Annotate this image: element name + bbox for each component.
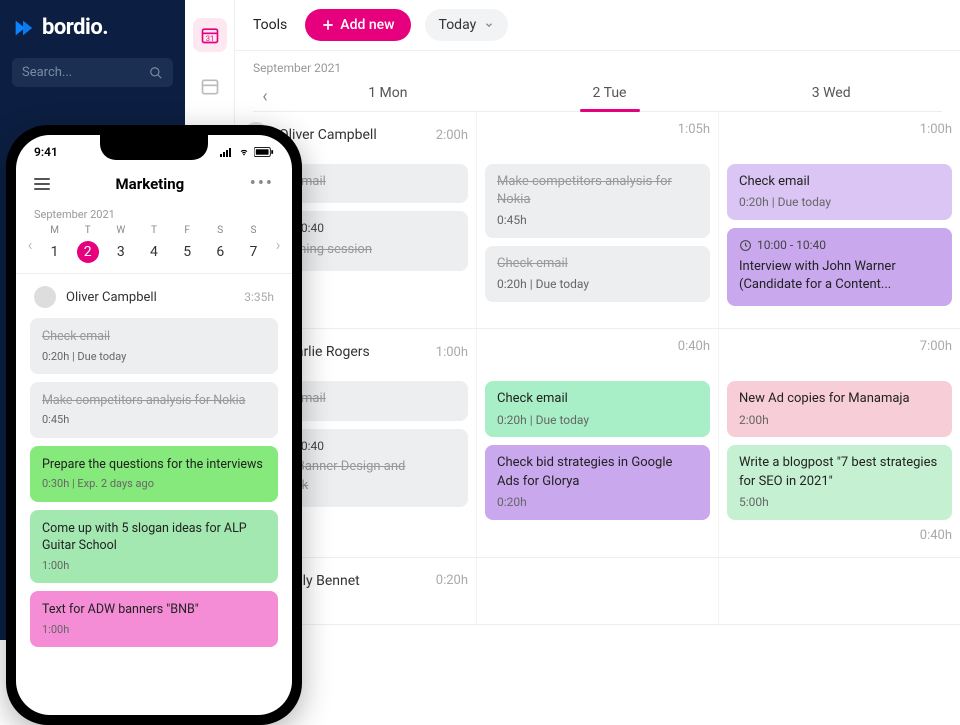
task-card[interactable]: Come up with 5 slogan ideas for ALP Guit… xyxy=(30,510,278,583)
card-title: Check email xyxy=(497,255,698,273)
phone-day[interactable]: S6 xyxy=(204,225,237,263)
phone-day[interactable]: F5 xyxy=(171,225,204,263)
hours-label: 2:00h xyxy=(436,128,468,143)
card-title: Text for ADW banners "BNB" xyxy=(42,601,266,619)
prev-week-button[interactable]: ‹ xyxy=(253,86,277,107)
phone-clock: 9:41 xyxy=(34,145,58,159)
phone-person-header: Oliver Campbell 3:35h xyxy=(16,274,292,318)
day-header-tue[interactable]: 2 Tue xyxy=(499,81,721,111)
phone-month-label: September 2021 xyxy=(16,204,292,221)
card-meta: 0:45h xyxy=(497,212,698,229)
day-header-mon[interactable]: 1 Mon xyxy=(277,81,499,111)
card-title: Make competitors analysis for Nokia xyxy=(42,392,266,410)
time-badge: 10:00 - 10:40 xyxy=(739,237,826,254)
hours-label: 7:00h xyxy=(727,339,952,354)
task-card[interactable]: Check email 0:20h | Due today xyxy=(30,318,278,374)
task-card[interactable]: Check email 0:20h | Due today xyxy=(485,246,710,302)
phone-day[interactable]: T2 xyxy=(71,225,104,263)
wifi-icon xyxy=(237,147,251,157)
phone-card-list: Check email 0:20h | Due today Make competi… xyxy=(16,318,292,647)
task-card[interactable]: Make competitors analysis for Nokia 0:45h xyxy=(485,164,710,238)
phone-prev-week[interactable]: ‹ xyxy=(22,235,38,254)
task-card[interactable]: Text for ADW banners "BNB" 1:00h xyxy=(30,591,278,647)
card-meta: 0:20h | Due today xyxy=(497,412,698,429)
svg-text:31: 31 xyxy=(205,34,213,43)
task-card[interactable]: 10:00 - 10:40 Interview with John Warner … xyxy=(727,228,952,306)
battery-icon xyxy=(254,147,274,157)
phone-day[interactable]: T4 xyxy=(137,225,170,263)
card-meta: 0:20h | Due today xyxy=(739,194,940,211)
phone-week-row: ‹M1T2W3T4F5S6S7› xyxy=(16,221,292,274)
phone-title: Marketing xyxy=(116,175,185,193)
card-title: Come up with 5 slogan ideas for ALP Guit… xyxy=(42,520,266,555)
calendar-tool-icon[interactable]: 31 xyxy=(193,18,227,52)
day-header-wed[interactable]: 3 Wed xyxy=(720,81,942,111)
board-icon xyxy=(200,77,220,97)
phone-day[interactable]: S7 xyxy=(237,225,270,263)
today-button[interactable]: Today xyxy=(425,9,509,41)
card-title: Write a blogpost "7 best strategies for … xyxy=(739,454,940,490)
phone-day[interactable]: W3 xyxy=(104,225,137,263)
hours-label: 0:20h xyxy=(436,573,468,588)
card-title: Check email xyxy=(739,173,940,191)
plus-icon xyxy=(321,18,335,32)
card-meta: 2:00h xyxy=(739,412,940,429)
card-meta: 0:20h | Due today xyxy=(497,276,698,293)
task-card[interactable]: Check email 0:20h | Due today xyxy=(485,381,710,437)
logo: bordio. xyxy=(12,15,173,40)
task-card[interactable]: Write a blogpost "7 best strategies for … xyxy=(727,445,952,519)
card-title: Check email xyxy=(497,390,698,408)
card-title: Check bid strategies in Google Ads for G… xyxy=(497,454,698,490)
search-icon xyxy=(149,66,163,80)
hours-label: 1:00h xyxy=(436,345,468,360)
hamburger-icon[interactable] xyxy=(34,178,50,190)
card-title: Make competitors analysis for Nokia xyxy=(497,173,698,209)
card-title: Check email xyxy=(42,328,266,346)
hours-label: 1:00h xyxy=(727,122,952,137)
board-tool-icon[interactable] xyxy=(193,70,227,104)
logo-text: bordio. xyxy=(42,15,108,40)
task-card[interactable]: Check email 0:20h | Due today xyxy=(727,164,952,220)
card-meta: 0:20h | Due today xyxy=(42,349,266,364)
calendar-icon: 31 xyxy=(200,25,220,45)
task-card[interactable]: Prepare the questions for the interviews… xyxy=(30,446,278,502)
chevron-down-icon xyxy=(484,20,494,30)
topbar: Tools Add new Today xyxy=(235,0,960,51)
card-meta: 1:00h xyxy=(42,558,266,573)
phone-notch xyxy=(100,135,208,160)
more-icon[interactable]: ••• xyxy=(250,173,274,194)
phone-mockup: 9:41 Marketing ••• September 2021 ‹M1T2W… xyxy=(6,125,302,725)
hours-label: 1:05h xyxy=(485,122,710,137)
card-meta: 0:20h xyxy=(497,494,698,511)
card-meta: 1:00h xyxy=(42,622,266,637)
card-title: Interview with John Warner (Candidate fo… xyxy=(739,258,940,294)
card-title: Prepare the questions for the interviews xyxy=(42,456,266,474)
month-label: September 2021 xyxy=(253,61,942,75)
search-input[interactable]: Search... xyxy=(12,58,173,87)
card-title: New Ad copies for Manamaja xyxy=(739,390,940,408)
phone-day[interactable]: M1 xyxy=(38,225,71,263)
task-card[interactable]: New Ad copies for Manamaja 2:00h xyxy=(727,381,952,437)
phone-next-week[interactable]: › xyxy=(270,235,286,254)
signal-icon xyxy=(220,147,234,157)
tools-label: Tools xyxy=(253,17,287,33)
phone-person-name: Oliver Campbell xyxy=(66,290,157,305)
card-meta: 0:45h xyxy=(42,412,266,427)
logo-icon xyxy=(12,17,34,39)
phone-person-hours: 3:35h xyxy=(244,290,274,304)
hours-label: 0:40h xyxy=(485,339,710,354)
avatar xyxy=(34,286,56,308)
task-card[interactable]: Make competitors analysis for Nokia 0:45h xyxy=(30,382,278,438)
task-card[interactable]: Check bid strategies in Google Ads for G… xyxy=(485,445,710,519)
clock-icon xyxy=(739,239,752,252)
search-placeholder: Search... xyxy=(22,65,72,80)
person-name: Oliver Campbell xyxy=(279,127,377,143)
calendar-grid: Oliver Campbell 2:00h 1:05h 1:00h Check emai… xyxy=(235,112,960,640)
add-new-button[interactable]: Add new xyxy=(305,9,410,41)
card-meta: 5:00h xyxy=(739,494,940,511)
card-meta: 0:30h | Exp. 2 days ago xyxy=(42,476,266,491)
